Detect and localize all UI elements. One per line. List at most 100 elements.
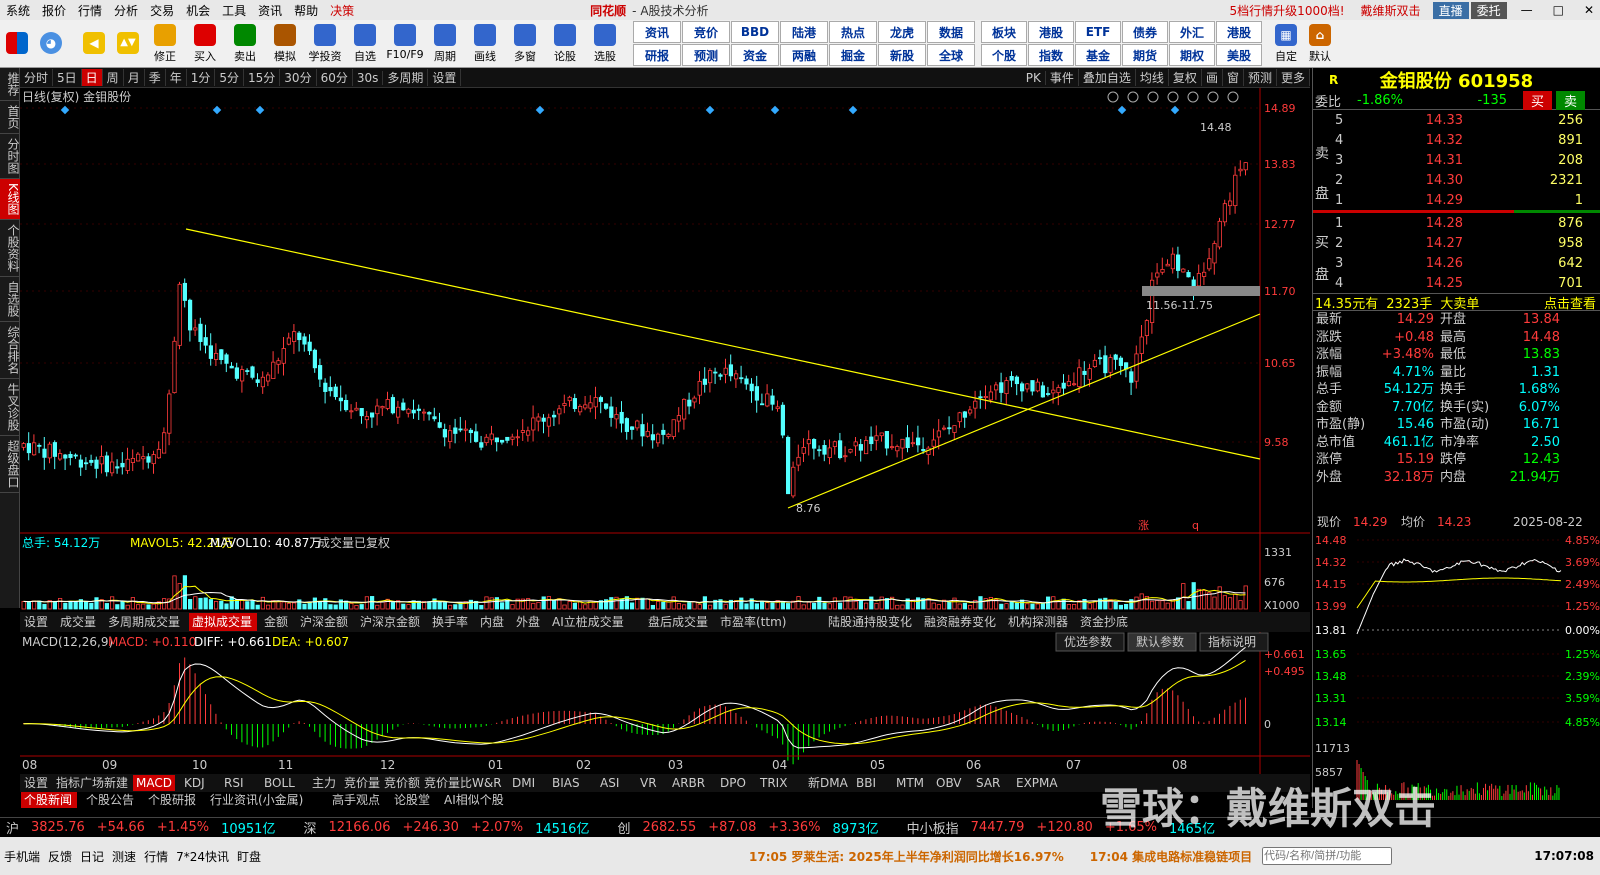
indicator-tab-15[interactable]: 机构探测器 <box>1008 614 1068 629</box>
sidebar-item-3[interactable]: K线图 <box>0 179 20 220</box>
ask-row[interactable]: 2 14.30 2321 <box>1313 170 1600 190</box>
indicator-item-7[interactable]: 主力 <box>312 776 336 790</box>
indicator-item-8[interactable]: 竞价量 <box>344 776 380 790</box>
indicator-tab-2[interactable]: 多周期成交量 <box>108 614 180 629</box>
grid2-btn-sector[interactable]: 板块 <box>981 21 1027 43</box>
toolbar-btn-10[interactable]: 论股 <box>546 23 584 64</box>
indicator-item-22[interactable]: OBV <box>936 776 962 790</box>
grid-btn-hk[interactable]: 陆港 <box>780 21 828 43</box>
grid2-btn-stock[interactable]: 个股 <box>981 44 1027 66</box>
period-right-0[interactable]: PK <box>1022 70 1046 85</box>
period-11[interactable]: 60分 <box>317 69 353 86</box>
period-right-4[interactable]: 复权 <box>1169 69 1202 86</box>
grid-btn-news[interactable]: 资讯 <box>633 21 681 43</box>
indicator-item-2[interactable]: 新建 <box>104 775 128 790</box>
period-right-1[interactable]: 事件 <box>1046 69 1079 86</box>
period-right-2[interactable]: 叠加自选 <box>1079 69 1136 86</box>
indicator-item-5[interactable]: RSI <box>224 776 244 790</box>
grid2-btn-options[interactable]: 期权 <box>1169 44 1215 66</box>
news-tab-6[interactable]: AI相似个股 <box>444 793 504 807</box>
indicator-item-20[interactable]: BBI <box>856 776 876 790</box>
macd-btn-label[interactable]: 优选参数 <box>1064 634 1112 649</box>
grid-btn-hot[interactable]: 热点 <box>829 21 877 43</box>
indicator-tab-16[interactable]: 资金抄底 <box>1080 614 1128 629</box>
period-right-6[interactable]: 窗 <box>1223 69 1244 86</box>
indicator-item-10[interactable]: 竞价量比 <box>424 776 472 790</box>
toolbar-btn-2[interactable]: 卖出 <box>226 23 264 64</box>
grid-btn-forecast[interactable]: 预测 <box>682 44 730 66</box>
robot-icon[interactable]: ◕ <box>35 31 67 56</box>
indicator-item-21[interactable]: MTM <box>896 776 924 790</box>
indicator-tab-11[interactable]: 盘后成交量 <box>648 614 708 629</box>
toolbar-btn-4[interactable]: 学投资 <box>306 23 344 64</box>
indicator-item-13[interactable]: BIAS <box>552 776 580 790</box>
bid-row[interactable]: 3 14.26 642 <box>1313 253 1600 273</box>
indicator-tab-0[interactable]: 设置 <box>24 615 48 629</box>
grid2-btn-hk2[interactable]: 港股 <box>1216 21 1262 43</box>
menu-item-system[interactable]: 系统 <box>0 2 36 19</box>
indicator-tab-8[interactable]: 内盘 <box>480 614 504 629</box>
indicator-tab-9[interactable]: 外盘 <box>516 614 540 629</box>
indicator-tab-10[interactable]: AI立桩成交量 <box>552 614 624 629</box>
default-button[interactable]: ⌂ 默认 <box>1304 23 1336 64</box>
entrust-button[interactable]: 委托 <box>1470 1 1507 19</box>
period-8[interactable]: 5分 <box>215 69 245 86</box>
grid-btn-newstock[interactable]: 新股 <box>878 44 926 66</box>
toolbar-btn-9[interactable]: 多窗 <box>506 23 544 64</box>
period-right-3[interactable]: 均线 <box>1136 69 1169 86</box>
period-14[interactable]: 设置 <box>428 69 462 86</box>
indicator-item-9[interactable]: 竞价额 <box>384 776 420 790</box>
sidebar-item-5[interactable]: 自选股 <box>0 277 20 322</box>
indicator-item-6[interactable]: BOLL <box>264 776 295 790</box>
menu-item-analysis[interactable]: 分析 <box>108 2 144 19</box>
minimize-icon[interactable]: — <box>1515 3 1539 17</box>
indicator-item-19[interactable]: 新DMA <box>808 775 849 790</box>
grid-btn-dig[interactable]: 掘金 <box>829 44 877 66</box>
promo-link[interactable]: 5档行情升级1000档! <box>1230 2 1345 19</box>
indicator-tab-4[interactable]: 金额 <box>264 614 288 629</box>
news-tab-5[interactable]: 论股堂 <box>394 793 430 807</box>
toolbar-btn-7[interactable]: 周期 <box>426 23 464 64</box>
news-tab-3[interactable]: 行业资讯(小金属) <box>210 792 303 807</box>
sidebar-item-7[interactable]: 牛叉诊股 <box>0 379 20 436</box>
bid-row[interactable]: 2 14.27 958 <box>1313 233 1600 253</box>
bottom-item-2[interactable]: 日记 <box>76 848 108 865</box>
menu-item-market[interactable]: 行情 <box>72 2 108 19</box>
sidebar-item-1[interactable]: 首页 <box>0 101 20 134</box>
news-ticker-1[interactable]: 17:05 罗莱生活: 2025年上半年净利润同比增长16.97% <box>745 848 1068 865</box>
period-0[interactable]: 分时 <box>20 69 54 86</box>
bottom-item-0[interactable]: 手机端 <box>0 848 44 865</box>
indicator-tab-5[interactable]: 沪深金额 <box>300 614 348 629</box>
live-button[interactable]: 直播 <box>1432 1 1469 19</box>
grid2-btn-bond[interactable]: 债券 <box>1122 21 1168 43</box>
period-2[interactable]: 日 <box>81 69 103 86</box>
sell-button[interactable]: 卖 <box>1556 91 1586 110</box>
indicator-item-14[interactable]: ASI <box>600 776 619 790</box>
toolbar-btn-8[interactable]: 画线 <box>466 23 504 64</box>
grid-btn-report[interactable]: 研报 <box>633 44 681 66</box>
toolbar-btn-3[interactable]: 模拟 <box>266 23 304 64</box>
arrows-icon[interactable]: ▲▼ <box>112 31 144 56</box>
back-icon[interactable]: ◀ <box>78 31 110 56</box>
indicator-tab-7[interactable]: 换手率 <box>432 614 468 629</box>
sidebar-item-0[interactable]: 推荐 <box>0 68 20 101</box>
custom-button[interactable]: ▦ 自定 <box>1270 23 1302 64</box>
news-tab-4[interactable]: 高手观点 <box>332 792 380 807</box>
toolbar-btn-1[interactable]: 买入 <box>186 23 224 64</box>
sidebar-item-8[interactable]: 超级盘口 <box>0 436 20 493</box>
toolbar-btn-5[interactable]: 自选 <box>346 23 384 64</box>
close-icon[interactable]: ✕ <box>1578 3 1600 17</box>
indicator-item-1[interactable]: 指标广场 <box>56 775 104 790</box>
grid2-btn-hkstock[interactable]: 港股 <box>1028 21 1074 43</box>
indicator-item-17[interactable]: DPO <box>720 776 746 790</box>
ask-row[interactable]: 4 14.32 891 <box>1313 130 1600 150</box>
search-input[interactable] <box>1262 847 1393 865</box>
bottom-item-5[interactable]: 7*24快讯 <box>172 848 233 865</box>
period-right-7[interactable]: 预测 <box>1244 69 1277 86</box>
indicator-item-4[interactable]: KDJ <box>184 776 205 790</box>
news-tab-2[interactable]: 个股研报 <box>148 792 196 807</box>
indicator-item-11[interactable]: W&R <box>472 776 502 790</box>
intraday-chart[interactable]: 现价 14.29 均价 14.23 2025-08-22 14.48 14.32 14.15 1… <box>1312 508 1600 808</box>
grid2-btn-us[interactable]: 美股 <box>1216 44 1262 66</box>
period-13[interactable]: 多周期 <box>383 69 429 86</box>
